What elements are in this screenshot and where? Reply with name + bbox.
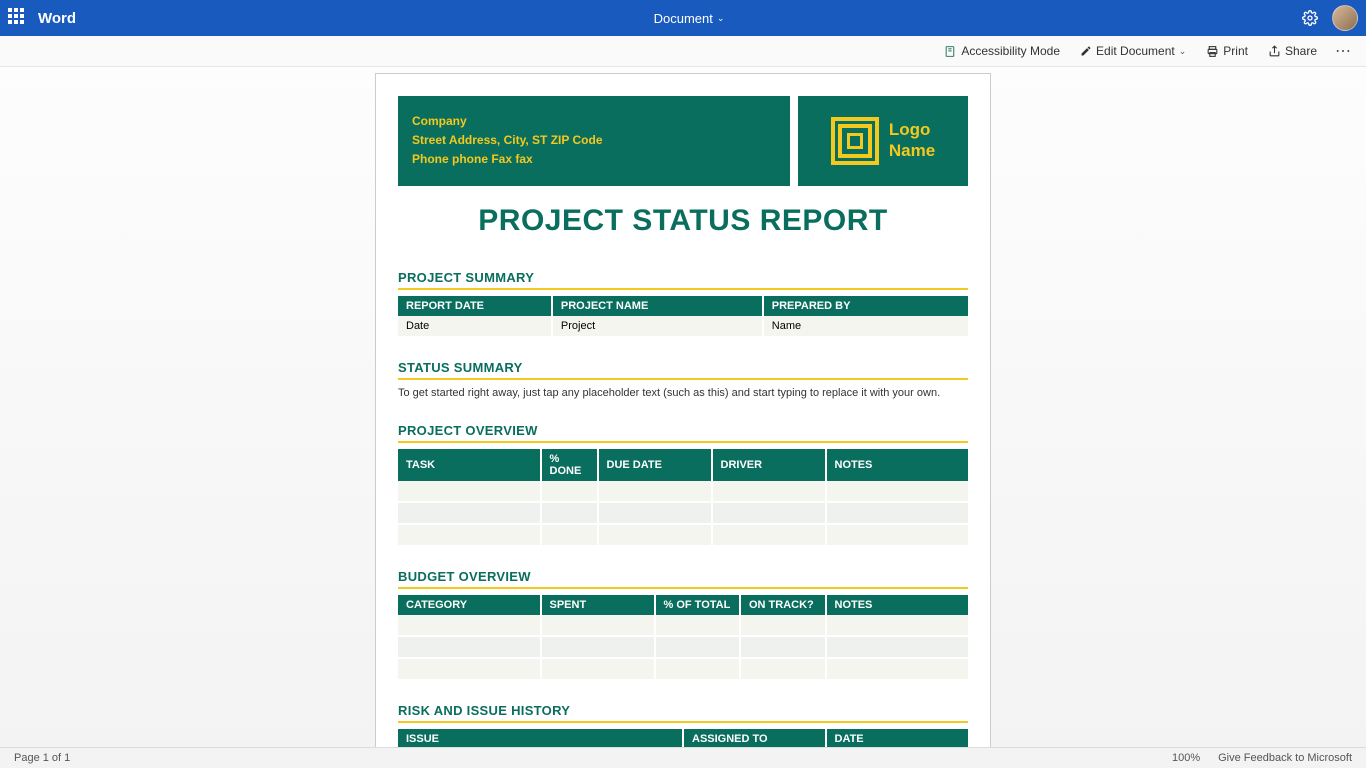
col-notes: NOTES	[826, 449, 969, 481]
share-icon	[1268, 45, 1281, 58]
risk-history-table[interactable]: ISSUE ASSIGNED TO DATE	[398, 729, 968, 747]
page-indicator[interactable]: Page 1 of 1	[14, 752, 70, 764]
document-title-dropdown[interactable]: Document ⌄	[76, 11, 1302, 26]
col-driver: DRIVER	[712, 449, 826, 481]
col-report-date: REPORT DATE	[398, 296, 552, 316]
col-assigned: ASSIGNED TO	[683, 729, 826, 747]
col-issue: ISSUE	[398, 729, 683, 747]
command-toolbar: Accessibility Mode Edit Document ⌄ Print…	[0, 36, 1366, 67]
document-main-title[interactable]: PROJECT STATUS REPORT	[398, 204, 968, 238]
chevron-down-icon: ⌄	[1179, 46, 1187, 57]
col-project-name: PROJECT NAME	[552, 296, 763, 316]
project-overview-table[interactable]: TASK % DONE DUE DATE DRIVER NOTES	[398, 449, 968, 547]
more-options-button[interactable]: ⋯	[1329, 37, 1358, 65]
company-line-3: Phone phone Fax fax	[412, 150, 776, 169]
section-heading-budget-overview[interactable]: BUDGET OVERVIEW	[398, 569, 968, 589]
project-summary-table[interactable]: REPORT DATE PROJECT NAME PREPARED BY Dat…	[398, 296, 968, 338]
status-summary-body[interactable]: To get started right away, just tap any …	[398, 386, 968, 401]
document-header-block: Company Street Address, City, ST ZIP Cod…	[398, 96, 968, 186]
status-bar: Page 1 of 1 100% Give Feedback to Micros…	[0, 747, 1366, 768]
col-prepared-by: PREPARED BY	[763, 296, 968, 316]
edit-document-button[interactable]: Edit Document ⌄	[1072, 40, 1194, 62]
col-spent: SPENT	[541, 595, 655, 615]
print-button[interactable]: Print	[1198, 40, 1256, 62]
feedback-link[interactable]: Give Feedback to Microsoft	[1218, 752, 1352, 764]
section-heading-project-summary[interactable]: PROJECT SUMMARY	[398, 270, 968, 290]
document-title-label: Document	[654, 11, 713, 26]
share-button[interactable]: Share	[1260, 40, 1325, 62]
cell-project[interactable]: Project	[552, 316, 763, 337]
cell-name[interactable]: Name	[763, 316, 968, 337]
col-date-risk: DATE	[826, 729, 969, 747]
share-label: Share	[1285, 44, 1317, 58]
accessibility-icon	[944, 45, 957, 58]
app-launcher-icon[interactable]	[8, 8, 28, 28]
document-canvas[interactable]: Company Street Address, City, ST ZIP Cod…	[0, 67, 1366, 747]
logo-text: Logo Name	[889, 120, 935, 161]
col-notes-budget: NOTES	[826, 595, 969, 615]
col-pct: % OF TOTAL	[655, 595, 741, 615]
logo-text-1: Logo	[889, 120, 935, 140]
section-heading-risk[interactable]: RISK AND ISSUE HISTORY	[398, 703, 968, 723]
settings-icon[interactable]	[1302, 10, 1318, 26]
document-page[interactable]: Company Street Address, City, ST ZIP Cod…	[375, 73, 991, 747]
col-duedate: DUE DATE	[598, 449, 712, 481]
section-heading-status-summary[interactable]: STATUS SUMMARY	[398, 360, 968, 380]
edit-label: Edit Document	[1096, 44, 1175, 58]
chevron-down-icon: ⌄	[717, 13, 725, 24]
section-heading-project-overview[interactable]: PROJECT OVERVIEW	[398, 423, 968, 443]
accessibility-label: Accessibility Mode	[961, 44, 1060, 58]
print-label: Print	[1223, 44, 1248, 58]
logo-text-2: Name	[889, 141, 935, 161]
logo-icon	[831, 117, 879, 165]
company-line-2: Street Address, City, ST ZIP Code	[412, 131, 776, 150]
user-avatar[interactable]	[1332, 5, 1358, 31]
logo-block[interactable]: Logo Name	[798, 96, 968, 186]
company-line-1: Company	[412, 112, 776, 131]
col-ontrack: ON TRACK?	[740, 595, 826, 615]
zoom-level[interactable]: 100%	[1172, 752, 1200, 764]
budget-overview-table[interactable]: CATEGORY SPENT % OF TOTAL ON TRACK? NOTE…	[398, 595, 968, 681]
col-task: TASK	[398, 449, 541, 481]
col-done: % DONE	[541, 449, 598, 481]
cell-date[interactable]: Date	[398, 316, 552, 337]
col-category: CATEGORY	[398, 595, 541, 615]
print-icon	[1206, 45, 1219, 58]
title-bar: Word Document ⌄	[0, 0, 1366, 36]
accessibility-mode-button[interactable]: Accessibility Mode	[936, 40, 1068, 62]
app-name: Word	[38, 10, 76, 27]
pencil-icon	[1080, 45, 1092, 57]
company-info-block[interactable]: Company Street Address, City, ST ZIP Cod…	[398, 96, 790, 186]
